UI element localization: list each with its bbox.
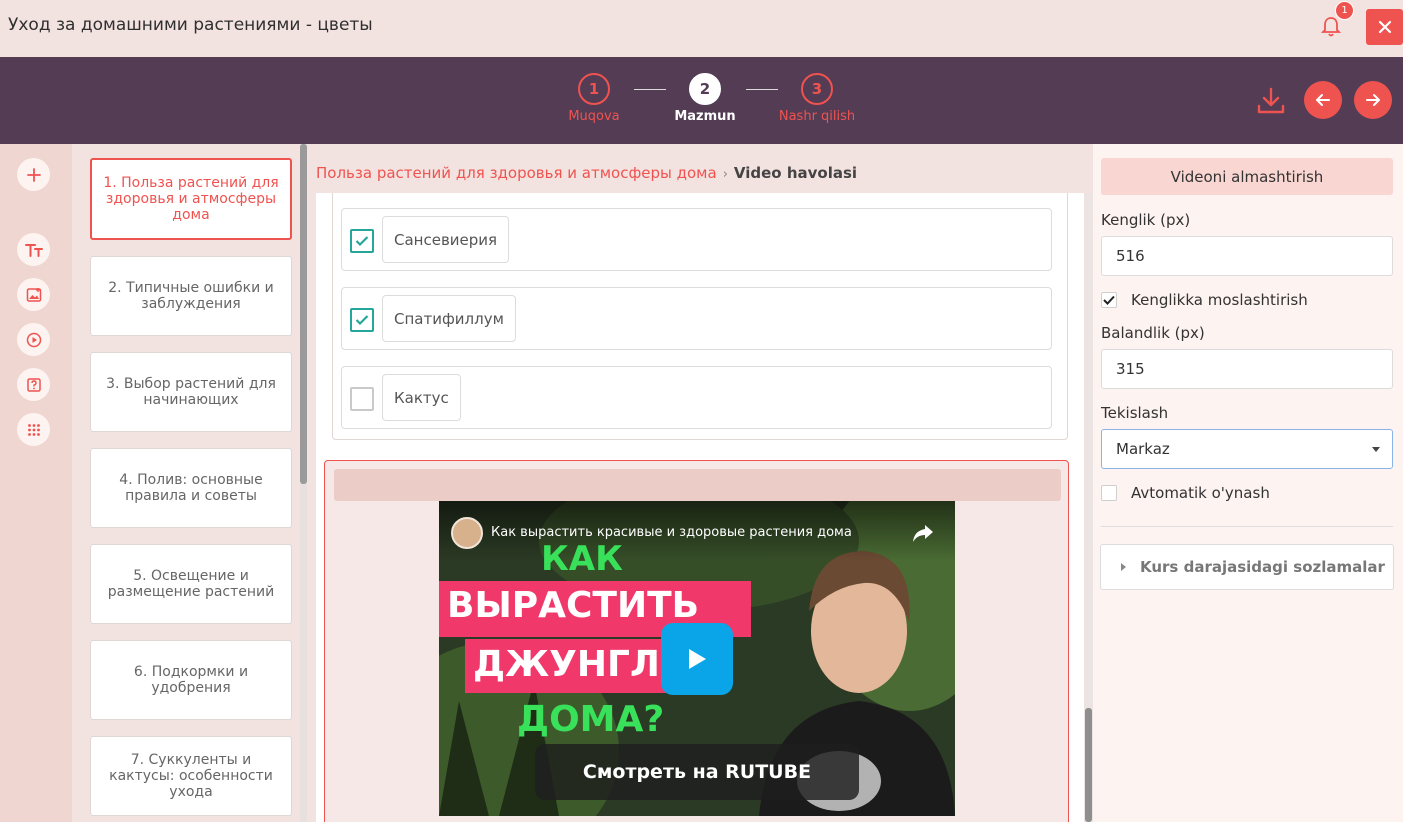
page-item[interactable]: 7. Суккуленты и кактусы: особенности ухо…	[90, 736, 292, 816]
autoplay-row: Avtomatik o'ynash	[1101, 484, 1270, 502]
check-icon	[355, 236, 369, 247]
fit-width-checkbox[interactable]	[1101, 292, 1117, 308]
close-button[interactable]	[1366, 9, 1403, 45]
arrow-right-icon	[1366, 94, 1380, 106]
step-label: Nashr qilish	[778, 109, 856, 124]
width-label: Kenglik (px)	[1101, 211, 1191, 229]
add-text-button[interactable]	[17, 233, 50, 266]
quiz-answers: Сансевиерия Спатифиллум Кактус	[332, 193, 1068, 440]
channel-avatar[interactable]	[451, 517, 483, 549]
close-icon	[1378, 20, 1391, 34]
stepper-bar: 1 Muqova 2 Mazmun 3 Nashr qilish	[0, 57, 1403, 144]
back-button[interactable]	[1304, 81, 1342, 119]
add-page-button[interactable]	[17, 158, 50, 191]
pages-scrollbar-thumb[interactable]	[300, 144, 307, 484]
replace-video-button[interactable]: Videoni almashtirish	[1101, 158, 1393, 195]
pages-list: 1. Польза растений для здоровья и атмосф…	[72, 144, 308, 822]
autoplay-label: Avtomatik o'ynash	[1131, 484, 1270, 502]
page-item[interactable]: 2. Типичные ошибки и заблуждения	[90, 256, 292, 336]
step-number: 2	[689, 73, 721, 105]
height-label: Balandlik (px)	[1101, 324, 1205, 342]
breadcrumb-current: Video havolasi	[733, 164, 858, 182]
course-settings-label: Kurs darajasidagi sozlamalar	[1140, 558, 1385, 576]
answer-text[interactable]: Кактус	[382, 374, 461, 421]
align-value: Markaz	[1116, 440, 1170, 458]
video-overlay-text: ВЫРАСТИТЬ	[447, 585, 700, 626]
settings-panel: Videoni almashtirish Kenglik (px) 516 Ke…	[1093, 144, 1403, 822]
download-icon[interactable]	[1256, 86, 1286, 116]
video-overlay-text: КАК	[541, 539, 623, 579]
add-quiz-button[interactable]	[17, 368, 50, 401]
autoplay-checkbox[interactable]	[1101, 485, 1117, 501]
add-video-button[interactable]	[17, 323, 50, 356]
video-block-header[interactable]	[334, 469, 1061, 501]
answer-row: Спатифиллум	[341, 287, 1052, 350]
title-bar: Уход за домашними растениями - цветы 1	[0, 0, 1403, 57]
answer-checkbox[interactable]	[350, 387, 374, 411]
share-icon[interactable]	[911, 521, 935, 545]
bell-icon[interactable]	[1321, 16, 1341, 38]
breadcrumb-parent[interactable]: Польза растений для здоровья и атмосферы…	[316, 164, 717, 182]
plus-icon	[26, 167, 41, 182]
video-player[interactable]: Как вырастить красивые и здоровые растен…	[439, 501, 955, 816]
video-block[interactable]: Как вырастить красивые и здоровые растен…	[324, 460, 1069, 822]
video-title[interactable]: Как вырастить красивые и здоровые растен…	[491, 525, 852, 540]
notification-badge: 1	[1335, 1, 1354, 20]
app-title: Уход за домашними растениями - цветы	[8, 15, 373, 35]
image-icon	[26, 287, 41, 302]
step-content[interactable]: 2 Mazmun	[660, 73, 750, 124]
dropdown-arrow-icon	[1372, 447, 1380, 452]
arrow-left-icon	[1316, 94, 1330, 106]
caret-right-icon	[1121, 563, 1126, 571]
video-overlay-text: ДЖУНГЛИ	[473, 644, 690, 685]
page-item[interactable]: 3. Выбор растений для начинающих	[90, 352, 292, 432]
align-label: Tekislash	[1101, 404, 1169, 422]
step-label: Muqova	[568, 109, 620, 124]
step-number: 3	[801, 73, 833, 105]
play-icon	[689, 649, 706, 669]
text-icon	[24, 243, 43, 257]
course-settings-accordion[interactable]: Kurs darajasidagi sozlamalar	[1100, 544, 1394, 590]
answer-text[interactable]: Спатифиллум	[382, 295, 516, 342]
breadcrumb: Польза растений для здоровья и атмосферы…	[316, 164, 857, 182]
check-icon	[1103, 295, 1115, 305]
width-input[interactable]: 516	[1101, 236, 1393, 276]
step-publish[interactable]: 3 Nashr qilish	[772, 73, 862, 124]
step-number: 1	[578, 73, 610, 105]
chevron-right-icon: ›	[722, 167, 728, 182]
grid-icon	[27, 423, 40, 436]
main-scrollbar-thumb[interactable]	[1085, 708, 1092, 822]
next-button[interactable]	[1354, 81, 1392, 119]
height-input[interactable]: 315	[1101, 349, 1393, 389]
more-blocks-button[interactable]	[17, 413, 50, 446]
panel-divider	[1101, 526, 1393, 527]
step-label: Mazmun	[674, 109, 736, 124]
step-cover[interactable]: 1 Muqova	[549, 73, 639, 124]
answer-checkbox[interactable]	[350, 229, 374, 253]
align-select[interactable]: Markaz	[1101, 429, 1393, 469]
quiz-icon	[26, 377, 41, 392]
page-item[interactable]: 6. Подкормки и удобрения	[90, 640, 292, 720]
check-icon	[355, 315, 369, 326]
page-item[interactable]: 1. Польза растений для здоровья и атмосф…	[90, 158, 292, 240]
play-button[interactable]	[661, 623, 733, 695]
page-item[interactable]: 5. Освещение и размещение растений	[90, 544, 292, 624]
page-item[interactable]: 4. Полив: основные правила и советы	[90, 448, 292, 528]
add-image-button[interactable]	[17, 278, 50, 311]
fit-width-label: Kenglikka moslashtirish	[1131, 291, 1308, 309]
editor-main: Польза растений для здоровья и атмосферы…	[308, 144, 1093, 822]
answer-checkbox[interactable]	[350, 308, 374, 332]
answer-row: Кактус	[341, 366, 1052, 429]
watch-on-rutube-button[interactable]: Смотреть на RUTUBE	[535, 744, 859, 800]
video-overlay-text: ДОМА?	[517, 699, 665, 740]
answer-text[interactable]: Сансевиерия	[382, 216, 510, 263]
tool-rail	[0, 144, 72, 822]
play-circle-icon	[26, 332, 41, 347]
fit-width-row: Kenglikka moslashtirish	[1101, 291, 1308, 309]
answer-row: Сансевиерия	[341, 208, 1052, 271]
